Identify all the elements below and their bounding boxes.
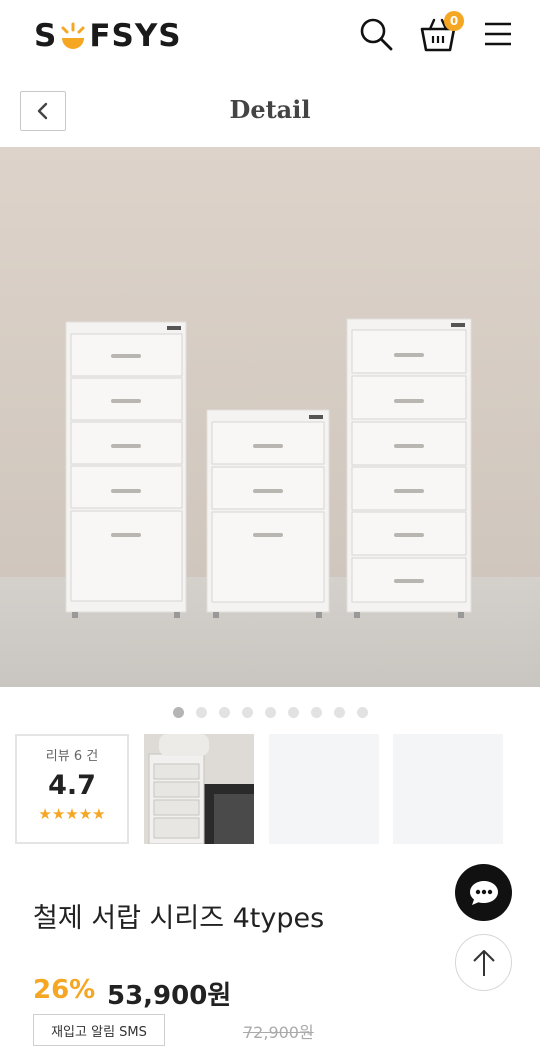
product-thumbnail-1[interactable]	[144, 734, 254, 844]
carousel-dot[interactable]	[172, 707, 184, 718]
carousel-pagination	[0, 707, 540, 721]
review-summary-box[interactable]: 리뷰 6 건 4.7 ★★★★★	[15, 734, 129, 844]
arrow-up-icon	[472, 949, 495, 976]
carousel-dot[interactable]	[333, 707, 345, 718]
cabinet-middle	[206, 409, 330, 618]
carousel-dot[interactable]	[287, 707, 299, 718]
thumbnail-photo	[144, 734, 254, 844]
product-thumbnail-3[interactable]	[393, 734, 503, 844]
detail-subheader: Detail	[0, 75, 540, 147]
product-main-image[interactable]	[0, 147, 540, 687]
carousel-dot[interactable]	[195, 707, 207, 718]
site-header: S FSYS 0	[0, 0, 540, 75]
search-button[interactable]	[356, 14, 396, 54]
logo-text-left: S	[34, 18, 58, 54]
scroll-top-button[interactable]	[455, 934, 512, 991]
review-score: 4.7	[48, 770, 96, 801]
carousel-dot[interactable]	[264, 707, 276, 718]
carousel-dot[interactable]	[310, 707, 322, 718]
original-price: 72,900원	[243, 1023, 314, 1042]
sale-price: 53,900원	[107, 981, 232, 1011]
drawer-cabinets-photo	[0, 147, 540, 687]
search-icon	[360, 18, 393, 51]
review-count-label: 리뷰 6 건	[45, 749, 99, 764]
rating-stars: ★★★★★	[38, 805, 106, 823]
cart-count-badge: 0	[444, 11, 464, 31]
discount-rate: 26%	[33, 975, 96, 1005]
menu-icon	[485, 22, 511, 46]
menu-button[interactable]	[478, 14, 518, 54]
chat-icon	[469, 880, 498, 905]
cabinet-left	[65, 321, 187, 618]
product-thumbnail-2[interactable]	[269, 734, 379, 844]
brand-logo[interactable]: S FSYS	[34, 16, 182, 56]
carousel-dot[interactable]	[241, 707, 253, 718]
logo-text-right: FSYS	[89, 18, 182, 54]
product-name: 철제 서랍 시리즈 4types	[33, 903, 325, 934]
carousel-dot[interactable]	[218, 707, 230, 718]
carousel-dot[interactable]	[356, 707, 368, 718]
cabinet-right	[346, 318, 472, 618]
chat-button[interactable]	[455, 864, 512, 921]
logo-sun-icon	[61, 22, 85, 49]
page-title: Detail	[229, 95, 311, 124]
restock-sms-button[interactable]: 재입고 알림 SMS	[33, 1014, 165, 1046]
